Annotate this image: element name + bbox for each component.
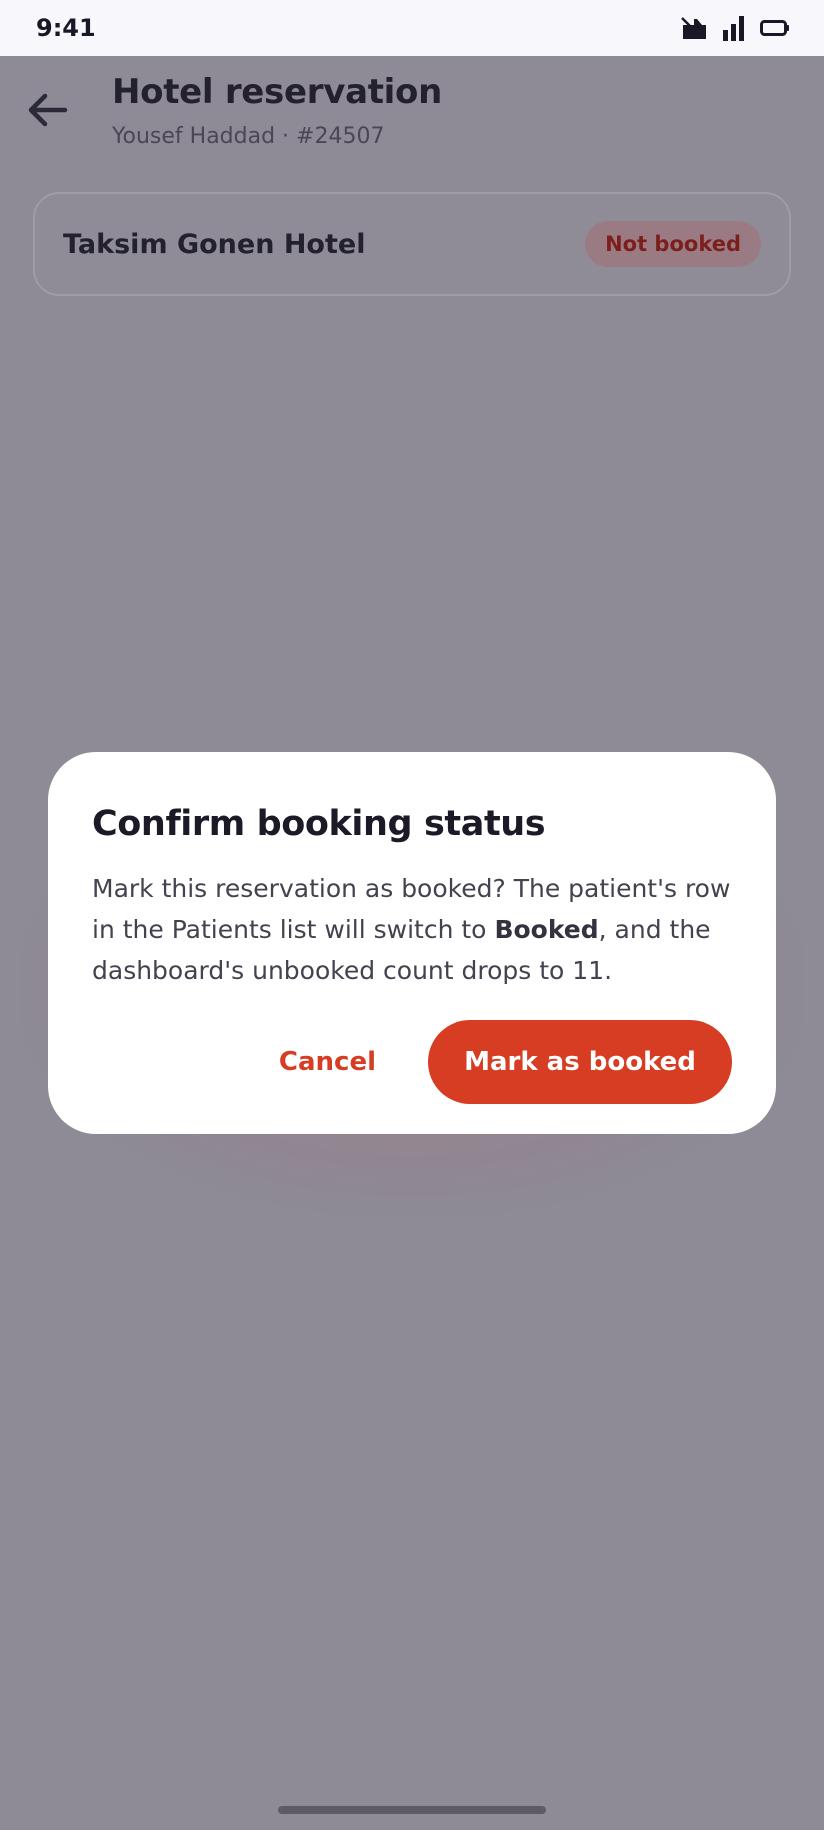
hotel-reservation-screen: Hotel reservation Yousef Haddad · #24507… xyxy=(0,56,824,1830)
hotel-card[interactable]: Taksim Gonen Hotel Not booked xyxy=(33,192,791,296)
page-subtitle: Yousef Haddad · #24507 xyxy=(112,124,385,149)
signal-icon xyxy=(722,15,746,41)
status-icons xyxy=(680,15,790,41)
notification-icon xyxy=(680,15,708,41)
confirm-dialog: Confirm booking status Mark this reserva… xyxy=(48,752,776,1134)
battery-icon xyxy=(760,19,790,37)
home-indicator[interactable] xyxy=(278,1806,546,1814)
page-title: Hotel reservation xyxy=(112,72,442,112)
back-button[interactable] xyxy=(22,86,74,138)
mark-as-booked-button[interactable]: Mark as booked xyxy=(428,1020,732,1104)
arrow-left-icon xyxy=(28,93,68,131)
app-header: Hotel reservation Yousef Haddad · #24507 xyxy=(0,56,824,176)
hotel-name: Taksim Gonen Hotel xyxy=(63,228,366,260)
status-bar: 9:41 xyxy=(0,0,824,56)
dialog-actions: Cancel Mark as booked xyxy=(279,1020,732,1104)
cancel-button[interactable]: Cancel xyxy=(279,1047,376,1077)
dialog-message: Mark this reservation as booked? The pat… xyxy=(92,868,742,991)
dialog-message-emphasis: Booked xyxy=(494,915,599,944)
status-badge: Not booked xyxy=(585,221,761,267)
status-time: 9:41 xyxy=(36,14,96,42)
dialog-title: Confirm booking status xyxy=(92,804,546,844)
